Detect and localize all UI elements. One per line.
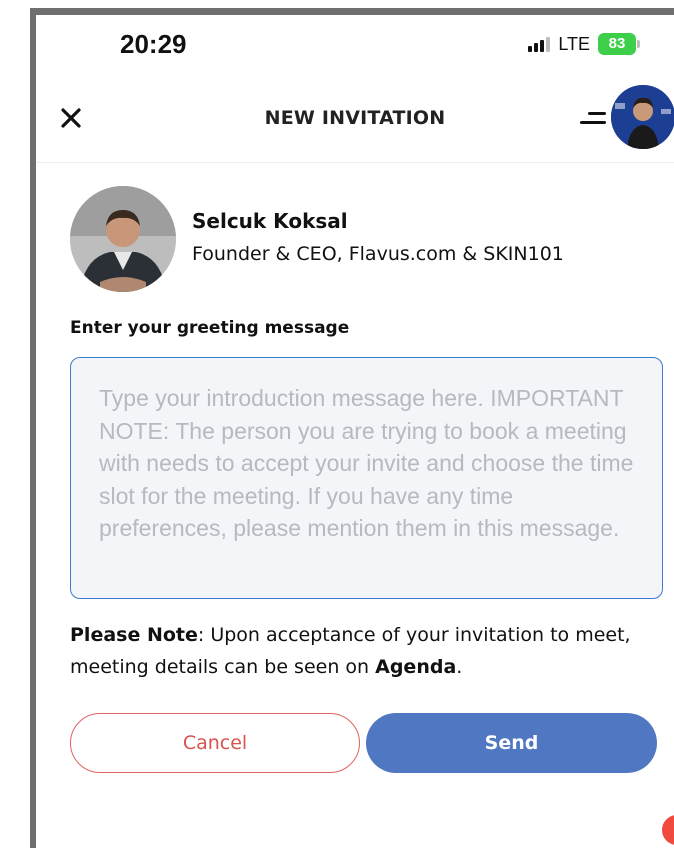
menu-button[interactable]: [576, 110, 606, 128]
agenda-link[interactable]: Agenda: [375, 656, 456, 678]
battery-level: 83: [598, 33, 636, 55]
profile-title: Founder & CEO, Flavus.com & SKIN101: [192, 243, 564, 265]
message-box: [70, 357, 663, 599]
menu-icon: [588, 112, 606, 115]
greeting-message-input[interactable]: [99, 382, 634, 574]
user-avatar[interactable]: [611, 85, 674, 149]
status-indicators: LTE 83: [528, 33, 640, 55]
send-button[interactable]: Send: [366, 713, 657, 773]
floating-badge[interactable]: [662, 815, 674, 845]
profile-name: Selcuk Koksal: [192, 209, 348, 233]
phone-screen: 20:29 LTE 83 NEW INVITATION Selcuk Koksa…: [36, 15, 674, 848]
battery-icon: 83: [598, 33, 640, 55]
network-label: LTE: [558, 33, 590, 54]
signal-icon: [528, 36, 551, 52]
acceptance-note: Please Note: Upon acceptance of your inv…: [70, 619, 650, 683]
note-text-end: .: [456, 656, 463, 678]
greeting-label: Enter your greeting message: [70, 318, 350, 338]
cancel-button[interactable]: Cancel: [70, 713, 360, 773]
avatar-image: [611, 85, 674, 149]
app-header: NEW INVITATION: [36, 83, 674, 163]
profile-avatar: [70, 186, 176, 292]
status-time: 20:29: [120, 29, 187, 59]
note-label: Please Note: [70, 624, 198, 646]
profile-photo: [70, 186, 176, 292]
window-frame-top: [30, 8, 674, 15]
